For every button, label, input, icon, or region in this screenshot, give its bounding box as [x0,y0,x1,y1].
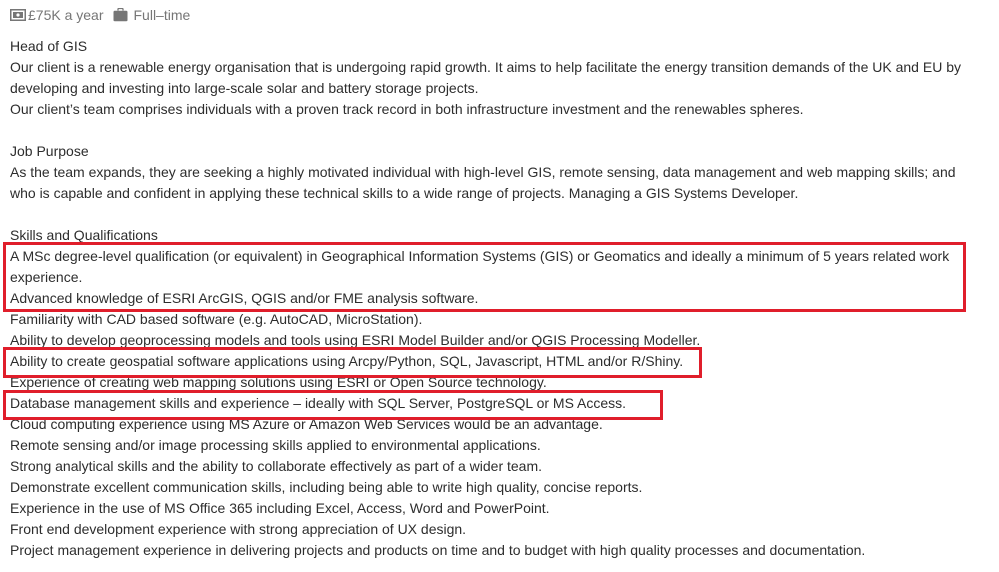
job-type-text: Full–time [133,7,191,23]
job-description-page: £75K a year Full–time Head of GIS Our cl… [0,0,999,572]
skill-item: Familiarity with CAD based software (e.g… [10,311,423,327]
skill-item: Experience of creating web mapping solut… [10,374,547,390]
skill-item: Front end development experience with st… [10,521,467,537]
skill-item: Advanced knowledge of ESRI ArcGIS, QGIS … [10,290,479,306]
skill-item: Project management experience in deliver… [10,542,866,558]
skill-item: Ability to create geospatial software ap… [10,353,684,369]
skill-item: Demonstrate excellent communication skil… [10,479,643,495]
job-meta: £75K a year Full–time [10,5,190,25]
skill-item: Experience in the use of MS Office 365 i… [10,500,550,516]
skill-item: Cloud computing experience using MS Azur… [10,416,603,432]
skill-item: Strong analytical skills and the ability… [10,458,543,474]
skill-item: Ability to develop geoprocessing models … [10,332,701,348]
briefcase-icon [113,8,128,22]
money-icon [10,9,26,21]
skills-heading: Skills and Qualifications [10,227,158,243]
job-title: Head of GIS [10,38,88,54]
skill-item: Remote sensing and/or image processing s… [10,437,541,453]
job-description: Head of GIS Our client is a renewable en… [10,36,980,561]
intro-paragraph-1: Our client is a renewable energy organis… [10,59,961,96]
purpose-text: As the team expands, they are seeking a … [10,164,956,201]
salary-text: £75K a year [28,7,104,23]
intro-paragraph-2: Our client’s team comprises individuals … [10,101,804,117]
skill-item: Database management skills and experienc… [10,395,627,411]
purpose-heading: Job Purpose [10,143,89,159]
job-type: Full–time [113,7,191,23]
skill-item: A MSc degree-level qualification (or equ… [10,248,950,285]
salary: £75K a year [10,7,104,23]
